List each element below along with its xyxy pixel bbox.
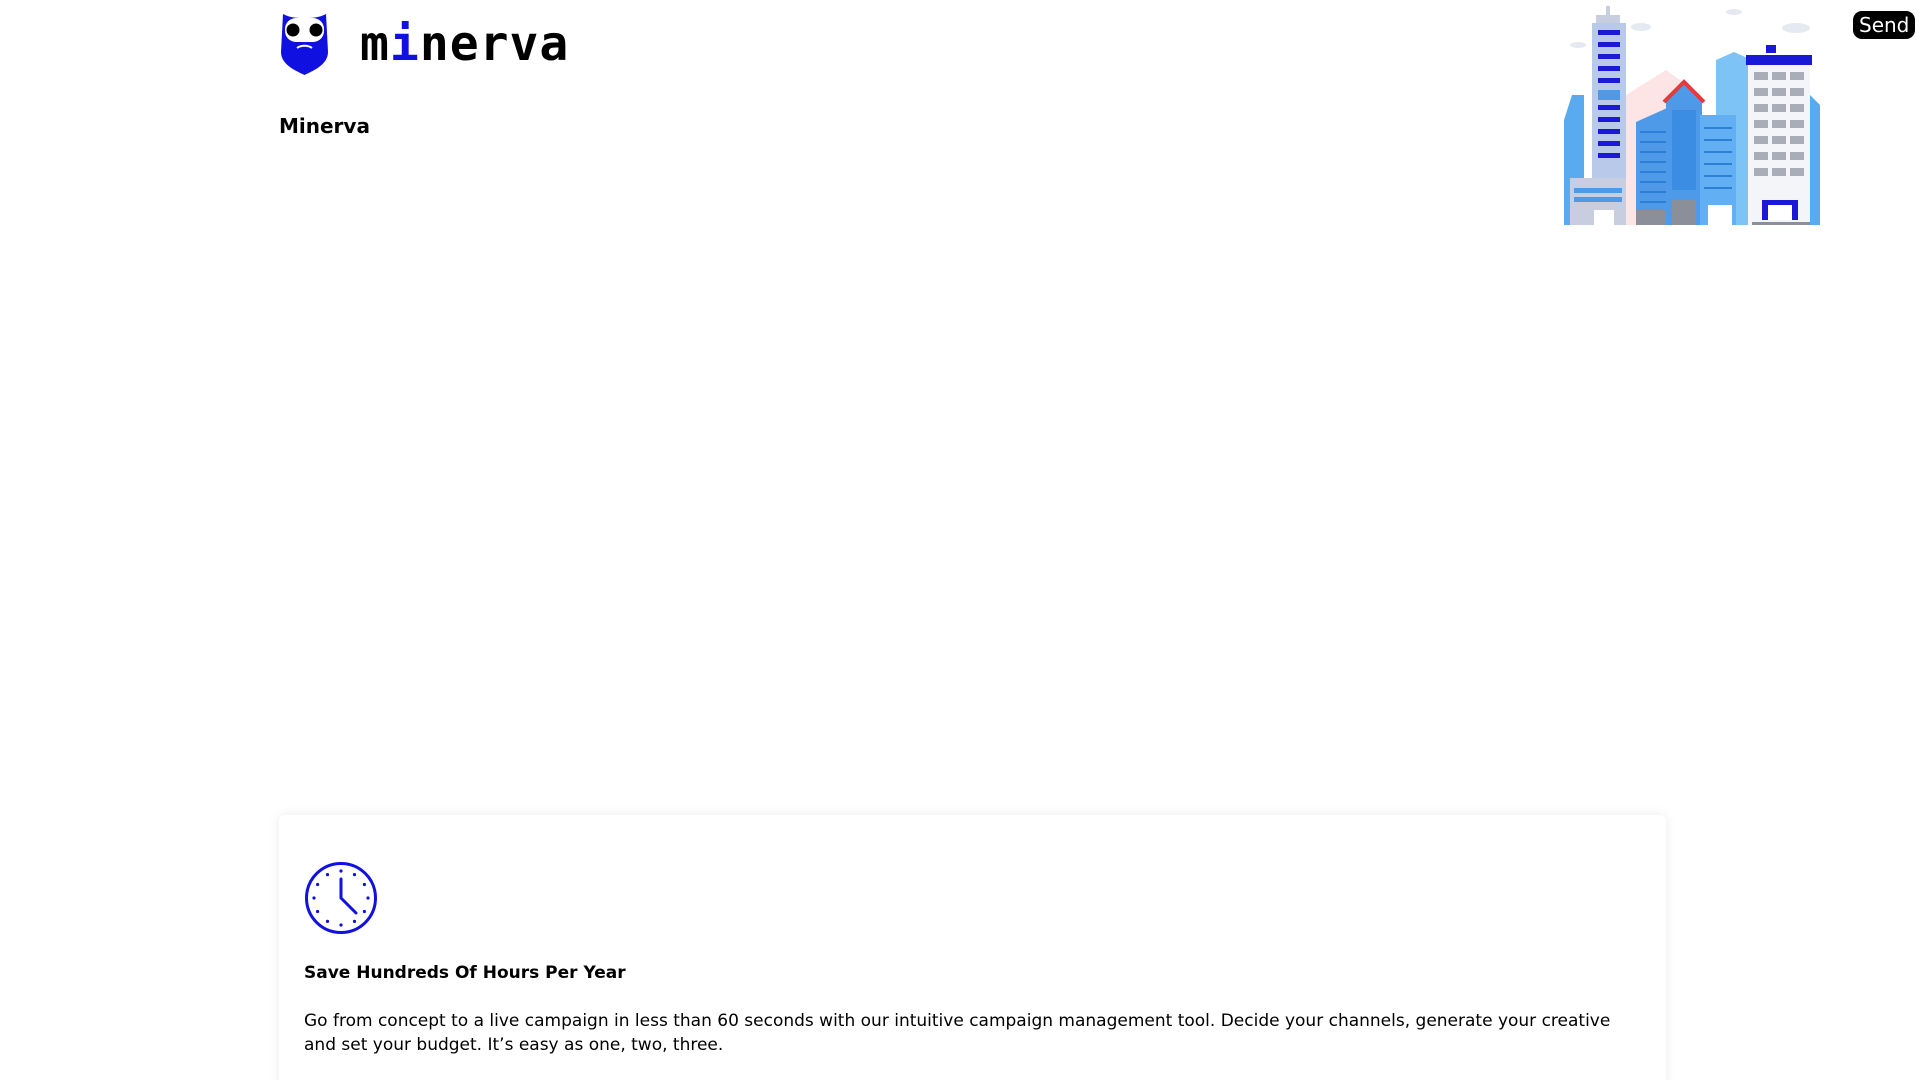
logo-wordmark: minerva — [360, 20, 569, 68]
logo[interactable]: minerva — [279, 12, 569, 76]
feature-title: Save Hundreds Of Hours Per Year — [304, 963, 626, 983]
page: minerva Minerva Send Save Hundreds Of Ho… — [0, 0, 1920, 1080]
feature-description: Go from concept to a live campaign in le… — [304, 1011, 1611, 1055]
feature-card: Save Hundreds Of Hours Per Year Go from … — [279, 815, 1666, 1080]
clock-icon — [305, 862, 377, 934]
logo-word-prefix: m — [360, 16, 390, 72]
logo-word-accent: i — [389, 16, 420, 72]
send-button[interactable]: Send — [1853, 11, 1916, 39]
site-name: Minerva — [279, 114, 370, 138]
city-buildings-illustration — [1564, 6, 1820, 225]
owl-logo-icon — [281, 14, 328, 75]
logo-word-suffix: nerva — [419, 16, 570, 72]
